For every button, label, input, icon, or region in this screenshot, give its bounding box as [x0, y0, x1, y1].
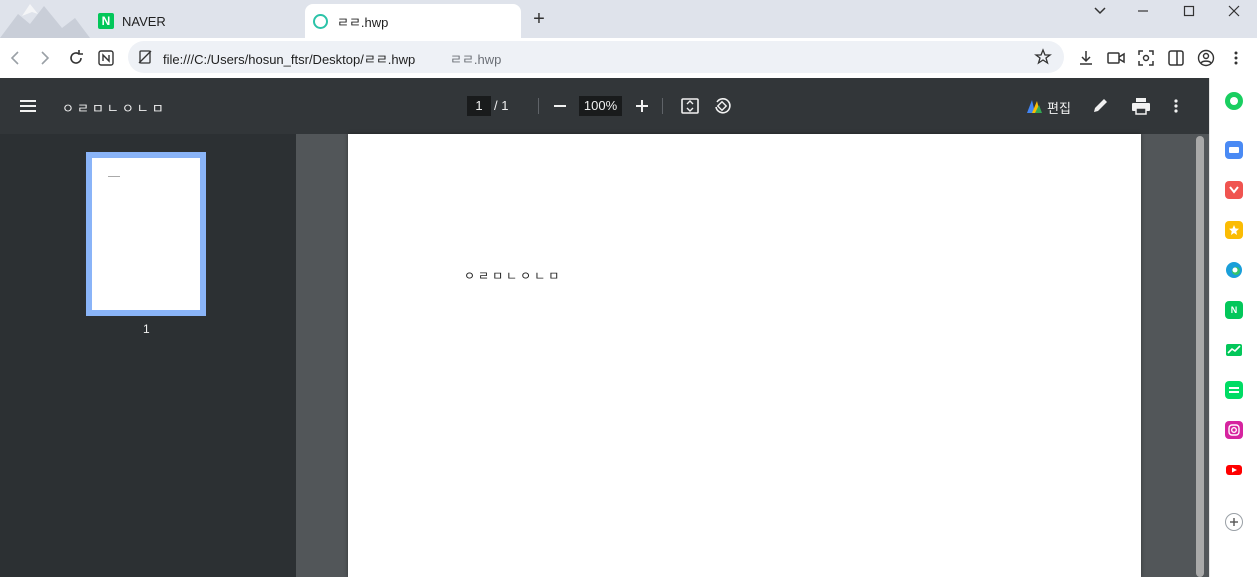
pencil-icon — [1094, 99, 1107, 112]
reload-button[interactable] — [64, 46, 88, 70]
reload-icon — [70, 50, 83, 64]
edge-app-icon[interactable] — [1225, 261, 1243, 279]
document-area[interactable]: ㅇㄹㅁㄴㅇㄴㅁ — [296, 134, 1209, 577]
scrollbar[interactable] — [1192, 134, 1206, 577]
screen-capture-button[interactable] — [1134, 46, 1158, 70]
naver-home-button[interactable] — [94, 46, 118, 70]
video-camera-icon — [1107, 52, 1125, 64]
tab-label: NAVER — [122, 13, 166, 29]
naver-icon: N — [98, 13, 114, 29]
fit-to-page-button[interactable] — [680, 96, 700, 116]
colorful-pages-icon — [1027, 100, 1042, 113]
file-info-icon[interactable] — [137, 49, 153, 70]
print-button[interactable] — [1130, 96, 1152, 116]
address-bar[interactable]: file:///C:/Users/hosun_ftsr/Desktop/ㄹㄹ.h… — [128, 41, 1064, 73]
instagram-icon[interactable] — [1225, 421, 1243, 439]
side-app-panel: N — [1209, 78, 1257, 577]
edit-app-button[interactable] — [1024, 96, 1044, 116]
pdf-viewer: ㅇㄹㅁㄴㅇㄴㅁ 1 / 1 100% 편집 1 ㅇㄹㅁㄴㅇㄴㅁ — [0, 78, 1209, 577]
toolbar-divider — [538, 98, 539, 114]
naver-shopping-icon[interactable]: N — [1225, 301, 1243, 319]
thumbnail-sidebar: 1 — [0, 134, 296, 577]
side-panel-icon — [1168, 50, 1184, 66]
tab-label: ㄹㄹ.hwp — [337, 14, 389, 30]
tab-search-button[interactable] — [1077, 0, 1123, 22]
page-thumbnail[interactable] — [86, 152, 206, 316]
zoom-input[interactable]: 100% — [579, 96, 622, 116]
zoom-out-button[interactable] — [550, 96, 570, 116]
page-text: ㅇㄹㅁㄴㅇㄴㅁ — [464, 269, 563, 283]
rotate-button[interactable] — [712, 96, 732, 116]
tab-naver[interactable]: N NAVER — [92, 4, 302, 38]
browser-menu-button[interactable] — [1224, 46, 1248, 70]
pdf-toolbar: ㅇㄹㅁㄴㅇㄴㅁ 1 / 1 100% 편집 — [0, 78, 1209, 134]
download-icon — [1080, 51, 1092, 65]
rotate-icon — [715, 98, 731, 114]
browser-toolbar: file:///C:/Users/hosun_ftsr/Desktop/ㄹㄹ.h… — [0, 38, 1257, 78]
tab-hwp[interactable]: ㄹㄹ.hwp — [305, 4, 521, 38]
new-tab-button[interactable]: + — [528, 8, 550, 30]
stock-chart-icon[interactable] — [1225, 341, 1243, 359]
calendar-app-icon[interactable] — [1225, 141, 1243, 159]
menu-icon — [20, 100, 36, 112]
sidebar-toggle-button[interactable] — [18, 96, 38, 116]
thumbnail-page-number: 1 — [143, 322, 150, 336]
document-title: ㅇㄹㅁㄴㅇㄴㅁ — [62, 101, 167, 116]
minimize-button[interactable] — [1120, 0, 1166, 22]
profile-icon — [1197, 49, 1215, 67]
naver-whale-icon[interactable] — [1225, 92, 1243, 110]
browser-window: N NAVER ㄹㄹ.hwp + file:///C:/Users/hosun_… — [0, 0, 1257, 577]
maximize-button[interactable] — [1166, 0, 1212, 22]
minimize-icon — [1138, 10, 1148, 12]
thumbnail-text-line — [108, 176, 120, 177]
close-icon — [1228, 5, 1240, 17]
scrollbar-thumb[interactable] — [1196, 136, 1204, 577]
tab-strip: N NAVER ㄹㄹ.hwp + — [0, 0, 1257, 38]
downloads-button[interactable] — [1074, 46, 1098, 70]
pocket-app-icon[interactable] — [1225, 181, 1243, 199]
more-vertical-icon — [1234, 51, 1238, 65]
side-panel-button[interactable] — [1164, 46, 1188, 70]
favorites-app-icon[interactable] — [1225, 221, 1243, 239]
url-text: file:///C:/Users/hosun_ftsr/Desktop/ㄹㄹ.h… — [163, 52, 416, 67]
close-button[interactable] — [1211, 0, 1257, 22]
chevron-down-icon — [1094, 7, 1106, 15]
profile-button[interactable] — [1194, 46, 1218, 70]
document-page: ㅇㄹㅁㄴㅇㄴㅁ — [348, 134, 1141, 577]
video-button[interactable] — [1104, 46, 1128, 70]
url-suffix: ㄹㄹ.hwp — [450, 52, 502, 67]
forward-button[interactable] — [32, 46, 56, 70]
arrow-left-icon — [10, 51, 19, 65]
printer-icon — [1132, 98, 1150, 115]
fit-page-icon — [681, 98, 699, 114]
maximize-icon — [1183, 5, 1195, 17]
zoom-in-button[interactable] — [632, 96, 652, 116]
toolbar-divider — [662, 98, 663, 114]
plus-icon — [636, 100, 648, 112]
ring-icon — [313, 13, 328, 29]
pdf-more-button[interactable] — [1168, 96, 1184, 116]
bookmark-star-icon[interactable] — [1034, 48, 1052, 71]
page-number-input[interactable]: 1 — [467, 96, 491, 116]
edit-app-label[interactable]: 편집 — [1047, 98, 1071, 117]
back-button[interactable] — [4, 46, 28, 70]
theme-decoration — [0, 0, 90, 38]
webtoon-app-icon[interactable] — [1225, 381, 1243, 399]
minus-icon — [554, 105, 566, 107]
screenshot-icon — [1138, 50, 1154, 66]
more-vertical-icon — [1174, 99, 1178, 113]
youtube-icon[interactable] — [1225, 461, 1243, 479]
naver-n-icon — [98, 50, 114, 66]
arrow-right-icon — [41, 51, 50, 65]
annotate-button[interactable] — [1090, 96, 1110, 116]
page-total: / 1 — [494, 98, 509, 113]
add-app-icon[interactable] — [1225, 513, 1243, 531]
